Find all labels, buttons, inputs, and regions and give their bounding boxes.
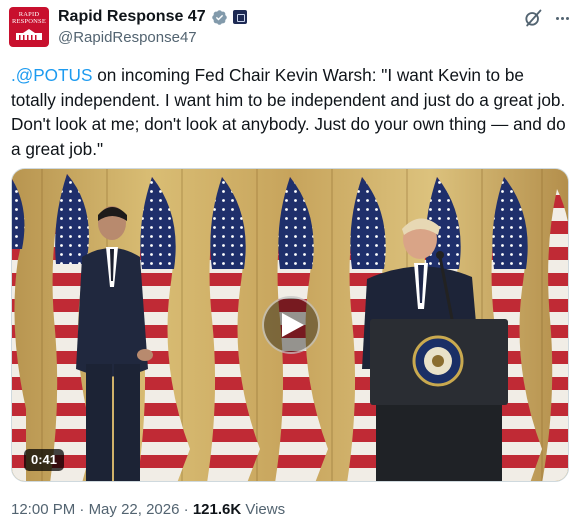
government-affiliation-icon[interactable] <box>232 10 247 24</box>
more-options-icon[interactable] <box>552 8 572 28</box>
white-house-icon <box>16 29 42 40</box>
timestamp-date[interactable]: May 22, 2026 <box>89 501 180 518</box>
views-count[interactable]: 121.6K <box>193 501 241 518</box>
tweet-body: on incoming Fed Chair Kevin Warsh: "I wa… <box>11 65 566 159</box>
avatar-logo-text: RAPID RESPONSE <box>11 11 47 25</box>
video-duration: 0:41 <box>24 449 65 471</box>
play-button[interactable] <box>262 296 320 354</box>
views-label: Views <box>241 501 286 518</box>
verified-badge-icon[interactable] <box>211 9 228 26</box>
meta-separator-2: · <box>179 501 193 518</box>
timestamp-time[interactable]: 12:00 PM <box>11 501 75 518</box>
display-name[interactable]: Rapid Response 47 <box>58 8 206 26</box>
mention-link[interactable]: .@POTUS <box>11 65 92 85</box>
tweet-meta: 12:00 PM · May 22, 2026 · 121.6K Views <box>11 501 285 518</box>
video-player[interactable]: 0:41 <box>11 168 569 482</box>
tweet-text: .@POTUS on incoming Fed Chair Kevin Wars… <box>11 63 571 161</box>
tweet-header: RAPID RESPONSE Rapid Response 47 @RapidRe… <box>0 0 578 60</box>
play-icon <box>282 313 304 337</box>
handle[interactable]: @RapidResponse47 <box>58 29 197 46</box>
avatar[interactable]: RAPID RESPONSE <box>9 7 49 47</box>
meta-separator: · <box>75 501 89 518</box>
grok-icon[interactable] <box>523 8 543 28</box>
podium <box>370 319 508 481</box>
name-row: Rapid Response 47 <box>58 6 247 28</box>
